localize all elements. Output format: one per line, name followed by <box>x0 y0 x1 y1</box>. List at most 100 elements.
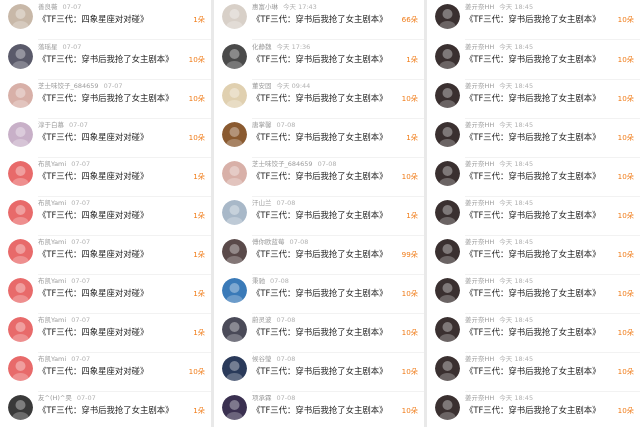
user-name[interactable]: 秉驰 <box>252 277 265 285</box>
gift-record-row[interactable]: 姜亓奈HH 今天 18:45 《TF三代：穿书后我抢了女主剧本》 10朵 <box>427 40 640 80</box>
book-title[interactable]: 《TF三代：四象星座对对碰》 <box>38 288 148 299</box>
gift-record-row[interactable]: 姜亓奈HH 今天 18:45 《TF三代：穿书后我抢了女主剧本》 10朵 <box>427 79 640 119</box>
book-title[interactable]: 《TF三代：穿书后我抢了女主剧本》 <box>252 54 388 65</box>
book-title[interactable]: 《TF三代：穿书后我抢了女主剧本》 <box>465 327 601 338</box>
gift-record-row[interactable]: 布凯Yami 07-07 《TF三代：四象星座对对碰》 1朵 <box>0 313 211 353</box>
book-title[interactable]: 《TF三代：穿书后我抢了女主剧本》 <box>252 405 388 416</box>
user-avatar[interactable] <box>435 239 460 264</box>
user-avatar[interactable] <box>435 4 460 29</box>
gift-record-row[interactable]: 布凯Yami 07-07 《TF三代：四象星座对对碰》 1朵 <box>0 157 211 197</box>
user-name[interactable]: 姜亓奈HH <box>465 3 494 11</box>
gift-record-row[interactable]: 善良薇 07-07 《TF三代：四象星座对对碰》 1朵 <box>0 0 211 40</box>
user-avatar[interactable] <box>435 317 460 342</box>
book-title[interactable]: 《TF三代：穿书后我抢了女主剧本》 <box>465 132 601 143</box>
gift-record-row[interactable]: 候谷瑩 07-08 《TF三代：穿书后我抢了女主剧本》 10朵 <box>214 352 424 392</box>
user-avatar[interactable] <box>8 122 33 147</box>
user-avatar[interactable] <box>222 278 247 303</box>
user-avatar[interactable] <box>8 161 33 186</box>
gift-record-row[interactable]: 惠富小琳 今天 17:43 《TF三代：穿书后我抢了女主剧本》 66朵 <box>214 0 424 40</box>
gift-record-row[interactable]: 秉驰 07-08 《TF三代：穿书后我抢了女主剧本》 10朵 <box>214 274 424 314</box>
book-title[interactable]: 《TF三代：穿书后我抢了女主剧本》 <box>252 210 388 221</box>
book-title[interactable]: 《TF三代：穿书后我抢了女主剧本》 <box>465 14 601 25</box>
gift-record-row[interactable]: 化静魏 今天 17:36 《TF三代：穿书后我抢了女主剧本》 1朵 <box>214 40 424 80</box>
user-name[interactable]: 姜亓奈HH <box>465 238 494 246</box>
user-avatar[interactable] <box>8 278 33 303</box>
book-title[interactable]: 《TF三代：穿书后我抢了女主剧本》 <box>38 405 174 416</box>
user-name[interactable]: 傅你欧蓝莓 <box>252 238 285 246</box>
user-avatar[interactable] <box>222 161 247 186</box>
user-name[interactable]: 布凯Yami <box>38 277 66 285</box>
user-avatar[interactable] <box>435 356 460 381</box>
user-avatar[interactable] <box>8 83 33 108</box>
user-name[interactable]: 汗山兰 <box>252 199 272 207</box>
gift-record-row[interactable]: 项承霖 07-08 《TF三代：穿书后我抢了女主剧本》 10朵 <box>214 391 424 427</box>
user-avatar[interactable] <box>222 44 247 69</box>
user-name[interactable]: 布凯Yami <box>38 199 66 207</box>
user-name[interactable]: 姜亓奈HH <box>465 160 494 168</box>
gift-record-row[interactable]: 姜亓奈HH 今天 18:45 《TF三代：穿书后我抢了女主剧本》 10朵 <box>427 391 640 427</box>
book-title[interactable]: 《TF三代：穿书后我抢了女主剧本》 <box>465 54 601 65</box>
gift-record-row[interactable]: 淳于白慕 07-07 《TF三代：四象星座对对碰》 10朵 <box>0 118 211 158</box>
user-avatar[interactable] <box>222 239 247 264</box>
user-avatar[interactable] <box>435 161 460 186</box>
book-title[interactable]: 《TF三代：四象星座对对碰》 <box>38 14 148 25</box>
gift-record-row[interactable]: 芝士味饺子_684659 07-08 《TF三代：穿书后我抢了女主剧本》 10朵 <box>214 157 424 197</box>
user-name[interactable]: 善良薇 <box>38 3 58 11</box>
user-avatar[interactable] <box>222 4 247 29</box>
gift-record-row[interactable]: 姜亓奈HH 今天 18:45 《TF三代：穿书后我抢了女主剧本》 10朵 <box>427 0 640 40</box>
user-avatar[interactable] <box>222 83 247 108</box>
user-avatar[interactable] <box>435 200 460 225</box>
user-avatar[interactable] <box>8 200 33 225</box>
gift-record-row[interactable]: 布凯Yami 07-07 《TF三代：四象星座对对碰》 1朵 <box>0 274 211 314</box>
book-title[interactable]: 《TF三代：穿书后我抢了女主剧本》 <box>252 93 388 104</box>
user-name[interactable]: 董安固 <box>252 82 272 90</box>
user-name[interactable]: 化静魏 <box>252 43 272 51</box>
user-avatar[interactable] <box>222 122 247 147</box>
user-avatar[interactable] <box>222 356 247 381</box>
gift-record-row[interactable]: 唐掌馨 07-08 《TF三代：穿书后我抢了女主剧本》 1朵 <box>214 118 424 158</box>
book-title[interactable]: 《TF三代：穿书后我抢了女主剧本》 <box>465 210 601 221</box>
book-title[interactable]: 《TF三代：穿书后我抢了女主剧本》 <box>252 14 388 25</box>
user-name[interactable]: 芝士味饺子_684659 <box>252 160 313 168</box>
user-name[interactable]: 候谷瑩 <box>252 355 272 363</box>
book-title[interactable]: 《TF三代：穿书后我抢了女主剧本》 <box>252 366 388 377</box>
book-title[interactable]: 《TF三代：穿书后我抢了女主剧本》 <box>252 171 388 182</box>
user-name[interactable]: 姜亓奈HH <box>465 277 494 285</box>
gift-list-column-1[interactable]: 善良薇 07-07 《TF三代：四象星座对对碰》 1朵 落瑶星 07-07 《TF三代：穿书… <box>0 0 211 427</box>
user-name[interactable]: 姜亓奈HH <box>465 121 494 129</box>
gift-record-row[interactable]: 落瑶星 07-07 《TF三代：穿书后我抢了女主剧本》 10朵 <box>0 40 211 80</box>
user-avatar[interactable] <box>435 44 460 69</box>
book-title[interactable]: 《TF三代：穿书后我抢了女主剧本》 <box>465 366 601 377</box>
user-name[interactable]: 芝士味饺子_684659 <box>38 82 99 90</box>
book-title[interactable]: 《TF三代：穿书后我抢了女主剧本》 <box>252 327 388 338</box>
user-avatar[interactable] <box>435 278 460 303</box>
book-title[interactable]: 《TF三代：四象星座对对碰》 <box>38 327 148 338</box>
user-avatar[interactable] <box>8 317 33 342</box>
book-title[interactable]: 《TF三代：穿书后我抢了女主剧本》 <box>38 93 174 104</box>
user-avatar[interactable] <box>8 239 33 264</box>
user-name[interactable]: 落瑶星 <box>38 43 58 51</box>
book-title[interactable]: 《TF三代：穿书后我抢了女主剧本》 <box>465 405 601 416</box>
gift-record-row[interactable]: 董安固 今天 09:44 《TF三代：穿书后我抢了女主剧本》 10朵 <box>214 79 424 119</box>
gift-record-row[interactable]: 蔚灵波 07-08 《TF三代：穿书后我抢了女主剧本》 10朵 <box>214 313 424 353</box>
gift-record-row[interactable]: 汗山兰 07-08 《TF三代：穿书后我抢了女主剧本》 1朵 <box>214 196 424 236</box>
book-title[interactable]: 《TF三代：穿书后我抢了女主剧本》 <box>465 171 601 182</box>
gift-record-row[interactable]: 傅你欧蓝莓 07-08 《TF三代：穿书后我抢了女主剧本》 99朵 <box>214 235 424 275</box>
book-title[interactable]: 《TF三代：四象星座对对碰》 <box>38 249 148 260</box>
gift-record-row[interactable]: 姜亓奈HH 今天 18:45 《TF三代：穿书后我抢了女主剧本》 10朵 <box>427 352 640 392</box>
user-name[interactable]: 布凯Yami <box>38 355 66 363</box>
user-name[interactable]: 友^(H)^昊 <box>38 394 72 402</box>
user-avatar[interactable] <box>435 122 460 147</box>
user-name[interactable]: 布凯Yami <box>38 316 66 324</box>
user-name[interactable]: 姜亓奈HH <box>465 394 494 402</box>
user-name[interactable]: 姜亓奈HH <box>465 199 494 207</box>
user-avatar[interactable] <box>435 83 460 108</box>
gift-record-row[interactable]: 姜亓奈HH 今天 18:45 《TF三代：穿书后我抢了女主剧本》 10朵 <box>427 235 640 275</box>
user-avatar[interactable] <box>8 356 33 381</box>
user-name[interactable]: 姜亓奈HH <box>465 43 494 51</box>
book-title[interactable]: 《TF三代：四象星座对对碰》 <box>38 210 148 221</box>
user-name[interactable]: 淳于白慕 <box>38 121 64 129</box>
gift-record-row[interactable]: 姜亓奈HH 今天 18:45 《TF三代：穿书后我抢了女主剧本》 10朵 <box>427 157 640 197</box>
book-title[interactable]: 《TF三代：穿书后我抢了女主剧本》 <box>252 249 388 260</box>
user-name[interactable]: 蔚灵波 <box>252 316 272 324</box>
